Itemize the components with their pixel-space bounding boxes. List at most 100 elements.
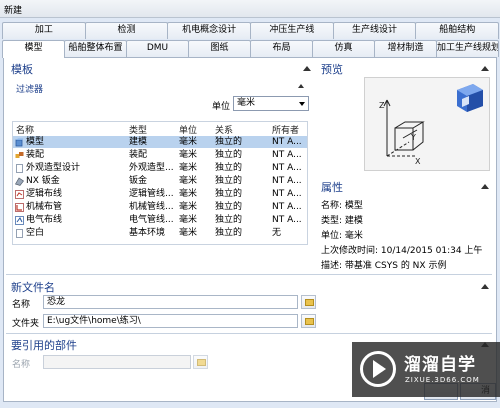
tab-ship-layout[interactable]: 船舶整体布置	[64, 40, 127, 57]
tab-row-top: 加工 检测 机电概念设计 冲压生产线 生产线设计 船舶结构	[2, 22, 500, 39]
table-row[interactable]: 机械布管 机械管线... 毫米 独立的 NT A...	[13, 201, 307, 213]
chevron-down-icon	[299, 102, 305, 106]
tab-machining[interactable]: 加工	[2, 22, 86, 39]
tab-layout[interactable]: 布局	[250, 40, 313, 57]
tab-press-line[interactable]: 冲压生产线	[250, 22, 334, 39]
collapse-templates-icon[interactable]	[303, 66, 311, 71]
cell-unit: 毫米	[179, 163, 198, 173]
column-header-type[interactable]: 类型	[129, 123, 147, 136]
cell-type: 建模	[129, 137, 148, 147]
tab-line-planner[interactable]: 加工生产线规划器	[436, 40, 499, 57]
cell-unit: 毫米	[179, 202, 198, 212]
cell-type: 逻辑管线...	[129, 189, 174, 199]
table-row[interactable]: 外观造型设计 外观造型... 毫米 独立的 NT A...	[13, 162, 307, 174]
svg-text:X: X	[415, 157, 421, 166]
tab-mechatronics[interactable]: 机电概念设计	[167, 22, 252, 39]
cell-type: 钣金	[129, 176, 148, 186]
table-row[interactable]: NX 钣金 钣金 毫米 独立的 NT A...	[13, 175, 307, 187]
logical-routing-icon	[15, 190, 24, 199]
template-table: 名称 类型 单位 关系 所有者 模型 建模 毫米 独立的 NT A... 装配 …	[12, 121, 308, 245]
cell-name: 逻辑布线	[26, 189, 63, 199]
watermark-url: ZIXUE.3D66.COM	[405, 376, 480, 384]
unit-select[interactable]: 毫米	[233, 96, 309, 111]
cell-name: 空白	[26, 228, 45, 238]
property-last-modified: 上次修改时间: 10/14/2015 01:34 上午	[321, 246, 483, 256]
cell-unit: 毫米	[179, 176, 198, 186]
cell-type: 外观造型...	[129, 163, 174, 173]
property-description: 描述: 带基准 CSYS 的 NX 示例	[321, 261, 447, 271]
tab-additive[interactable]: 增材制造	[374, 40, 437, 57]
cell-owner: NT A...	[272, 189, 302, 199]
cell-owner: NT A...	[272, 150, 302, 160]
collapse-new-file-icon[interactable]	[481, 284, 489, 289]
cell-owner: NT A...	[272, 176, 302, 186]
cell-owner: 无	[272, 228, 282, 238]
browse-name-button[interactable]	[301, 295, 316, 309]
folder-icon	[197, 359, 206, 366]
table-row[interactable]: 装配 装配 毫米 独立的 NT A...	[13, 149, 307, 161]
browse-folder-button[interactable]	[301, 314, 316, 328]
play-icon	[373, 360, 386, 378]
cell-owner: NT A...	[272, 215, 302, 225]
cell-relation: 独立的	[215, 150, 243, 160]
name-input[interactable]: 恐龙	[43, 295, 298, 309]
cell-type: 基本环境	[129, 228, 166, 238]
column-header-owner[interactable]: 所有者	[272, 123, 299, 136]
folder-icon	[305, 299, 314, 306]
cell-type: 电气管线...	[129, 215, 174, 225]
divider	[6, 333, 492, 334]
watermark-text: 溜溜自学	[404, 355, 476, 375]
collapse-filter-icon[interactable]	[298, 84, 304, 88]
cell-name: 装配	[26, 150, 45, 160]
column-header-relation[interactable]: 关系	[215, 123, 233, 136]
column-header-name[interactable]: 名称	[16, 123, 34, 136]
tab-drawing[interactable]: 图纸	[188, 40, 251, 57]
tab-inspection[interactable]: 检测	[84, 22, 169, 39]
collapse-properties-icon[interactable]	[481, 184, 489, 189]
electrical-routing-icon	[15, 216, 24, 225]
table-row[interactable]: 逻辑布线 逻辑管线... 毫米 独立的 NT A...	[13, 188, 307, 200]
tab-ship-structure[interactable]: 船舶结构	[415, 22, 500, 39]
cell-name: 模型	[26, 137, 45, 147]
referenced-name-input[interactable]	[43, 355, 191, 369]
property-type: 类型: 建模	[321, 216, 363, 226]
csys-preview-icon: Z Y X	[379, 84, 483, 166]
model-icon	[15, 138, 24, 147]
cell-relation: 独立的	[215, 228, 243, 238]
browse-referenced-button[interactable]	[193, 355, 208, 369]
tab-line-design[interactable]: 生产线设计	[332, 22, 417, 39]
cell-owner: NT A...	[272, 163, 302, 173]
referenced-name-label: 名称	[12, 360, 31, 370]
sheet-metal-icon	[15, 177, 24, 186]
new-file-title: 新文件名	[11, 281, 55, 294]
cell-unit: 毫米	[179, 150, 198, 160]
filter-title: 过滤器	[16, 85, 44, 95]
cell-unit: 毫米	[179, 189, 198, 199]
table-row[interactable]: 电气布线 电气管线... 毫米 独立的 NT A...	[13, 214, 307, 226]
title-bar: 新建	[0, 0, 500, 18]
table-row[interactable]: 模型 建模 毫米 独立的 NT A...	[13, 136, 307, 148]
folder-input[interactable]: E:\ug文件\home\练习\	[43, 314, 298, 328]
properties-title: 属性	[321, 181, 343, 194]
mechanical-routing-icon	[15, 203, 24, 212]
tab-simulation[interactable]: 仿真	[312, 40, 375, 57]
tab-row-bottom: 模型 船舶整体布置 DMU 图纸 布局 仿真 增材制造 加工生产线规划器	[2, 40, 499, 58]
cell-relation: 独立的	[215, 163, 243, 173]
blank-document-icon	[16, 229, 23, 238]
cell-owner: NT A...	[272, 202, 302, 212]
table-header: 名称 类型 单位 关系 所有者	[13, 122, 307, 136]
column-header-unit[interactable]: 单位	[179, 123, 197, 136]
watermark-logo: 溜溜自学 ZIXUE.3D66.COM	[352, 342, 500, 397]
tab-dmu[interactable]: DMU	[126, 40, 189, 57]
preview-title: 预览	[321, 63, 343, 76]
referenced-part-title: 要引用的部件	[11, 339, 77, 352]
collapse-preview-icon[interactable]	[481, 66, 489, 71]
svg-text:Y: Y	[410, 133, 416, 142]
tab-model[interactable]: 模型	[2, 40, 65, 58]
name-label: 名称	[12, 300, 31, 310]
table-row[interactable]: 空白 基本环境 毫米 独立的 无	[13, 227, 307, 239]
unit-label: 单位	[212, 102, 231, 112]
cell-name: 机械布管	[26, 202, 63, 212]
cell-unit: 毫米	[179, 137, 198, 147]
cell-name: 外观造型设计	[26, 163, 81, 173]
